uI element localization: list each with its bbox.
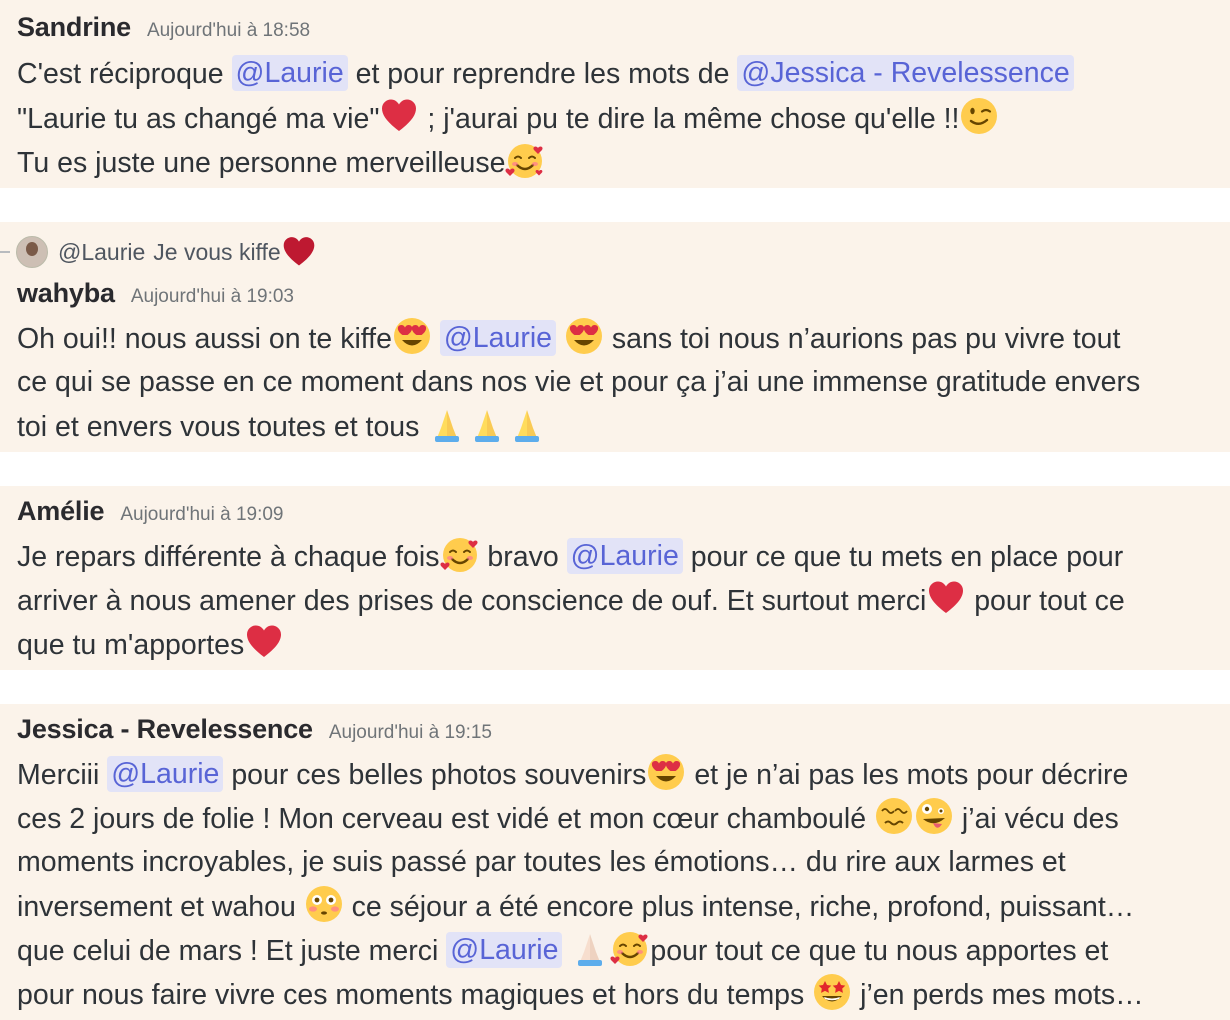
text: pour tout ce <box>966 585 1125 617</box>
timestamp[interactable]: Aujourd'hui à 19:09 <box>120 504 283 526</box>
reply-spine <box>0 251 10 253</box>
author-name[interactable]: wahyba <box>17 278 115 309</box>
text: bravo <box>479 541 567 573</box>
message-wahyba: @Laurie Je vous kiffe wahyba Aujourd'hui… <box>0 222 1230 452</box>
reply-author[interactable]: @Laurie <box>58 239 145 266</box>
smiling-face-with-hearts-emoji <box>505 140 545 180</box>
message-line: "Laurie tu as changé ma vie" ; j'aurai p… <box>17 96 999 140</box>
message-line: Oh oui!! nous aussi on te kiffe @Laurie … <box>17 316 1120 360</box>
reply-text: Je vous kiffe <box>153 238 281 265</box>
folded-hands-emoji <box>427 404 467 444</box>
message-line: C'est réciproque @Laurie et pour reprend… <box>17 52 1074 96</box>
timestamp[interactable]: Aujourd'hui à 18:58 <box>147 20 310 42</box>
red-heart-emoji <box>281 234 317 270</box>
mention-laurie[interactable]: @Laurie <box>566 538 683 574</box>
text: inversement et wahou <box>17 891 304 923</box>
text: j’ai vécu des <box>954 803 1119 835</box>
message-line: arriver à nous amener des prises de cons… <box>17 578 1125 622</box>
text: ce qui se passe en ce moment dans nos vi… <box>17 366 1141 398</box>
timestamp[interactable]: Aujourd'hui à 19:03 <box>131 286 294 308</box>
text: ces 2 jours de folie ! Mon cerveau est v… <box>17 803 874 835</box>
text: ce séjour a été encore plus intense, ric… <box>343 891 1135 923</box>
message-line: pour nous faire vivre ces moments magiqu… <box>17 972 1144 1016</box>
mention-laurie[interactable]: @Laurie <box>446 932 563 968</box>
mention-laurie[interactable]: @Laurie <box>439 320 557 356</box>
zany-face-emoji <box>914 796 954 836</box>
text: moments incroyables, je suis passé par t… <box>17 846 1066 878</box>
text: que tu m'apportes <box>17 629 245 661</box>
message-line: que celui de mars ! Et juste merci @Laur… <box>17 928 1108 972</box>
star-struck-emoji <box>812 972 852 1012</box>
message-header: Amélie Aujourd'hui à 19:09 <box>17 496 284 527</box>
folded-hands-emoji <box>467 404 507 444</box>
text: Oh oui!! nous aussi on te kiffe <box>17 323 392 355</box>
text: Merciii <box>17 759 108 791</box>
smiling-face-with-hearts-emoji <box>439 534 480 574</box>
text: pour nous faire vivre ces moments magiqu… <box>17 979 813 1011</box>
heart-eyes-emoji <box>646 752 686 792</box>
text: et pour reprendre les mots de <box>347 58 738 90</box>
text: Tu es juste une personne merveilleuse <box>17 147 506 179</box>
author-name[interactable]: Jessica - Revelessence <box>17 714 313 745</box>
folded-hands-light-emoji <box>570 928 610 968</box>
text: sans toi nous n’aurions pas pu vivre tou… <box>603 323 1121 355</box>
message-line: ce qui se passe en ce moment dans nos vi… <box>17 360 1140 404</box>
red-heart-emoji <box>244 622 284 662</box>
message-header: Jessica - Revelessence Aujourd'hui à 19:… <box>17 714 492 745</box>
reply-reference[interactable]: @Laurie Je vous kiffe <box>0 232 317 272</box>
red-heart-emoji <box>379 96 419 136</box>
text: C'est réciproque <box>17 58 232 90</box>
message-line: que tu m'apportes <box>17 622 284 666</box>
text: toi et envers vous toutes et tous <box>17 411 428 443</box>
text: et je n’ai pas les mots pour décrire <box>686 759 1129 791</box>
flushed-face-emoji <box>304 884 344 924</box>
mention-jessica[interactable]: @Jessica - Revelessence <box>737 55 1074 91</box>
text: "Laurie tu as changé ma vie" <box>17 103 380 135</box>
timestamp[interactable]: Aujourd'hui à 19:15 <box>329 722 492 744</box>
message-line: Tu es juste une personne merveilleuse <box>17 140 545 184</box>
text: j’en perds mes mots… <box>852 979 1144 1011</box>
message-line: toi et envers vous toutes et tous <box>17 404 547 448</box>
mention-laurie[interactable]: @Laurie <box>231 55 348 91</box>
message-line: inversement et wahou ce séjour a été enc… <box>17 884 1134 928</box>
avatar[interactable] <box>16 236 48 268</box>
heart-eyes-emoji <box>392 316 432 356</box>
mention-laurie[interactable]: @Laurie <box>107 756 224 792</box>
message-jessica: Jessica - Revelessence Aujourd'hui à 19:… <box>0 704 1230 1020</box>
message-line: ces 2 jours de folie ! Mon cerveau est v… <box>17 796 1119 840</box>
message-line: moments incroyables, je suis passé par t… <box>17 840 1066 884</box>
message-header: wahyba Aujourd'hui à 19:03 <box>17 278 294 309</box>
text: que celui de mars ! Et juste merci <box>17 935 447 967</box>
woozy-face-emoji <box>874 796 914 836</box>
message-line: Merciii @Laurie pour ces belles photos s… <box>17 752 1128 796</box>
text: ; j'aurai pu te dire la même chose qu'el… <box>419 103 960 135</box>
text: Je repars différente à chaque fois <box>17 541 440 573</box>
winking-face-emoji <box>959 96 999 136</box>
text: arriver à nous amener des prises de cons… <box>17 585 927 617</box>
author-name[interactable]: Sandrine <box>17 12 131 43</box>
text: pour ces belles photos souvenirs <box>223 759 647 791</box>
message-line: Je repars différente à chaque fois bravo… <box>17 534 1123 578</box>
smiling-face-with-hearts-emoji <box>610 928 650 968</box>
text: pour ce que tu mets en place pour <box>682 541 1124 573</box>
message-amelie: Amélie Aujourd'hui à 19:09 Je repars dif… <box>0 486 1230 670</box>
message-header: Sandrine Aujourd'hui à 18:58 <box>17 12 310 43</box>
author-name[interactable]: Amélie <box>17 496 105 527</box>
red-heart-emoji <box>926 578 966 618</box>
folded-hands-emoji <box>507 404 547 444</box>
heart-eyes-emoji <box>564 316 604 356</box>
message-sandrine: Sandrine Aujourd'hui à 18:58 C'est récip… <box>0 0 1230 188</box>
text: pour tout ce que tu nous apportes et <box>650 935 1109 967</box>
